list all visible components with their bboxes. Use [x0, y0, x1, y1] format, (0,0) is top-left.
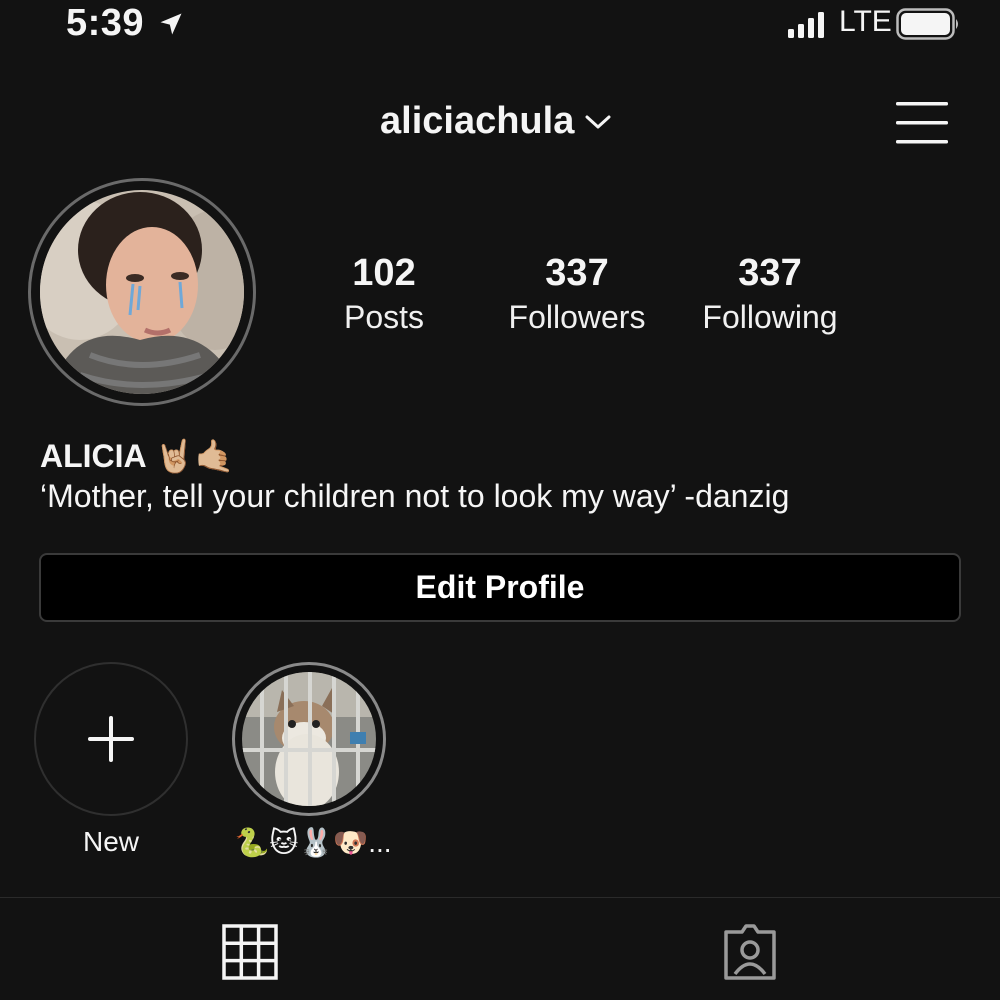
chevron-down-icon	[585, 115, 611, 128]
display-name: ALICIA	[40, 437, 147, 474]
stat-followers[interactable]: 337 Followers	[492, 252, 662, 340]
network-type: LTE	[839, 5, 892, 38]
tab-bar-divider	[0, 897, 1000, 898]
highlight-label: 🐍🐱🐰🐶...	[234, 827, 392, 858]
stat-following[interactable]: 337 Following	[685, 252, 855, 340]
posts-count: 102	[352, 252, 416, 294]
account-switcher[interactable]: aliciachula	[380, 100, 612, 143]
stat-posts[interactable]: 102 Posts	[299, 252, 469, 340]
name-emoji: 🤘🏼🤙🏼	[154, 438, 235, 474]
posts-label: Posts	[343, 299, 425, 335]
location-arrow-icon	[160, 13, 182, 35]
following-count: 337	[738, 252, 802, 294]
signal-icon	[788, 12, 824, 38]
highlight-cover[interactable]	[242, 672, 376, 806]
status-time: 5:39	[66, 2, 145, 44]
plus-icon	[88, 716, 134, 762]
username: aliciachula	[380, 100, 575, 142]
followers-label: Followers	[508, 299, 646, 335]
edit-profile-button[interactable]: Edit Profile	[39, 553, 961, 622]
following-label: Following	[702, 299, 838, 335]
new-highlight-label: New	[82, 826, 139, 857]
bio-text: ‘Mother, tell your children not to look …	[40, 478, 790, 514]
battery-icon	[896, 8, 958, 40]
profile-name: ALICIA 🤘🏼🤙🏼	[40, 437, 234, 475]
hamburger-menu-icon[interactable]	[896, 100, 948, 146]
grid-icon[interactable]	[222, 924, 278, 980]
followers-count: 337	[545, 252, 609, 294]
tagged-person-icon[interactable]	[720, 922, 780, 982]
new-highlight-button[interactable]	[34, 662, 188, 816]
profile-avatar[interactable]	[40, 190, 244, 394]
